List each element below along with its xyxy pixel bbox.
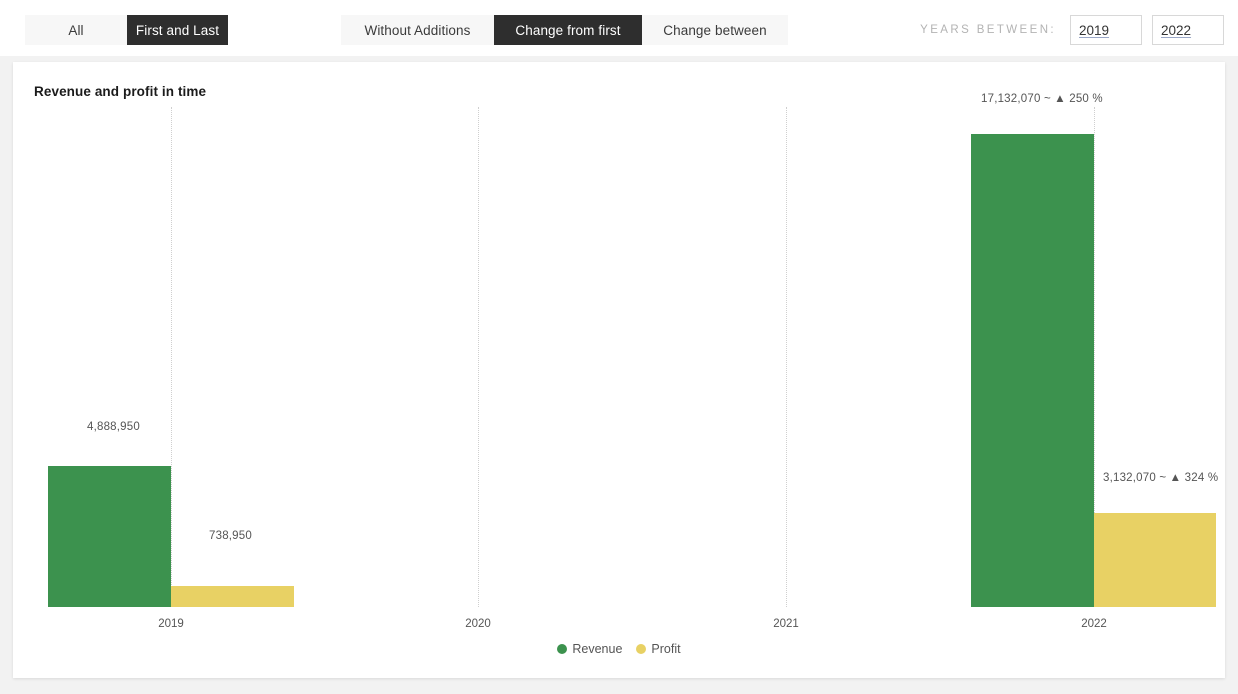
toggle-all[interactable]: All (25, 15, 127, 45)
xtick-2019: 2019 (158, 618, 184, 630)
legend-item-profit[interactable]: Profit (636, 642, 681, 656)
toggle-first-and-last[interactable]: First and Last (127, 15, 228, 45)
legend-swatch-profit-icon (636, 644, 647, 654)
xtick-2020: 2020 (465, 618, 491, 630)
bar-label-profit-2022: 3,132,070 ~ ▲ 324 % (1103, 472, 1219, 484)
gridline-2021 (786, 107, 787, 607)
year-to-input[interactable] (1152, 15, 1224, 45)
bar-label-profit-2019: 738,950 (209, 530, 252, 542)
xtick-2021: 2021 (773, 618, 799, 630)
toggle-change-between[interactable]: Change between (642, 15, 788, 45)
gridline-2020 (478, 107, 479, 607)
bar-revenue-2019[interactable] (48, 466, 171, 607)
toggle-without-additions[interactable]: Without Additions (341, 15, 494, 45)
toggle-change-from-first[interactable]: Change from first (494, 15, 642, 45)
bar-label-revenue-2022: 17,132,070 ~ ▲ 250 % (981, 93, 1103, 105)
legend-label-profit: Profit (651, 642, 681, 656)
bar-profit-2022[interactable] (1094, 513, 1216, 607)
chart-legend: Revenue Profit (35, 642, 1203, 656)
years-between-label: YEARS BETWEEN: (920, 24, 1056, 36)
xtick-2022: 2022 (1081, 618, 1107, 630)
legend-item-revenue[interactable]: Revenue (557, 642, 622, 656)
legend-label-revenue: Revenue (572, 642, 623, 656)
bar-chart-plot: 4,888,950 738,950 17,132,070 ~ ▲ 250 % 3… (35, 93, 1218, 656)
years-between-filter: YEARS BETWEEN: (920, 15, 1224, 45)
bar-profit-2019[interactable] (171, 586, 294, 607)
year-from-input[interactable] (1070, 15, 1142, 45)
scope-toggle-group: All First and Last (25, 15, 228, 45)
bar-label-revenue-2019: 4,888,950 (87, 421, 140, 433)
chart-card: Revenue and profit in time 4,888,950 738… (13, 62, 1225, 678)
mode-toggle-group: Without Additions Change from first Chan… (341, 15, 788, 45)
bar-revenue-2022[interactable] (971, 134, 1094, 607)
gridline-2019 (171, 107, 172, 607)
chart-title: Revenue and profit in time (34, 84, 207, 99)
top-toolbar: All First and Last Without Additions Cha… (0, 0, 1238, 56)
legend-swatch-revenue-icon (557, 644, 568, 654)
app-root: All First and Last Without Additions Cha… (0, 0, 1238, 694)
